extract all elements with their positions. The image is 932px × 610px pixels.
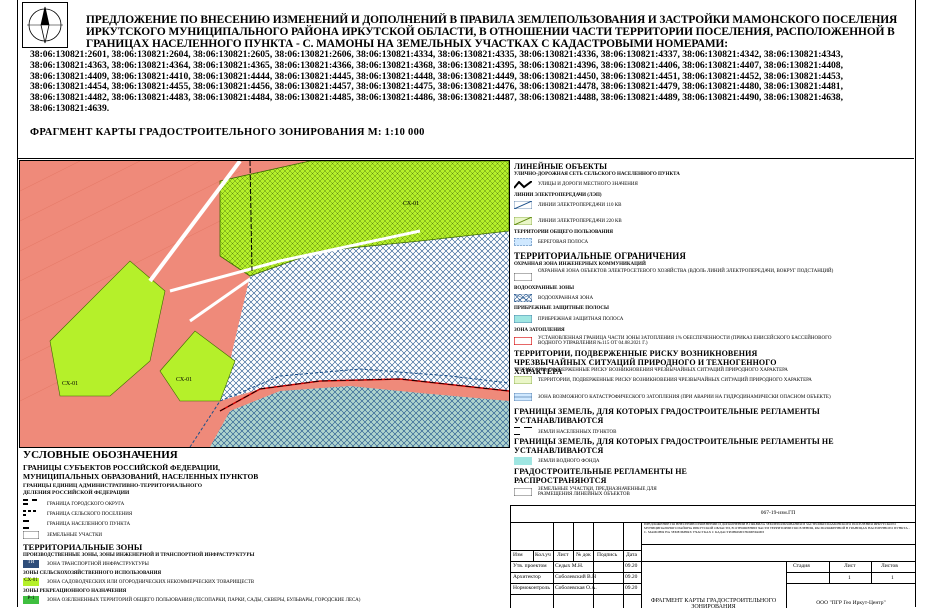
zone-swatch: ТИ [23, 560, 39, 568]
legend-item: ОХРАННАЯ ЗОНА ОБЪЕКТОВ ЭЛЕКТРОСЕТЕВОГО Х… [538, 269, 834, 274]
legend-subheading: ВОДООХРАННЫЕ ЗОНЫ [514, 286, 575, 291]
legend-item: ГРАНИЦА НАСЕЛЕННОГО ПУНКТА [47, 522, 131, 527]
date: 09.20 [625, 585, 638, 591]
legend-item: ЗОНА ВОЗМОЖНОГО КАТАСТРОФИЧЕСКОГО ЗАТОПЛ… [538, 395, 831, 400]
legend-item: ПРИБРЕЖНАЯ ЗАЩИТНАЯ ПОЛОСА [538, 317, 624, 322]
legend-item: БЕРЕГОВАЯ ПОЛОСА [538, 240, 589, 245]
legend-subheading: ПРОИЗВОДСТВЕННЫЕ ЗОНЫ, ЗОНЫ ИНЖЕНЕРНОЙ И… [23, 553, 255, 558]
cadastral-numbers: 38:06:130821:2601, 38:06:130821:2604, 38… [30, 49, 843, 114]
legend-subheading: ЗОНЫ СЕЛЬСКОХОЗЯЙСТВЕННОГО ИСПОЛЬЗОВАНИЯ [23, 571, 162, 576]
legend-item: ГРАНИЦА ГОРОДСКОГО ОКРУГА [47, 502, 125, 507]
legend-subheading: ОХРАННАЯ ЗОНА ИНЖЕНЕРНЫХ КОММУНИКАЦИЙ [514, 262, 646, 267]
legend-item: ЗЕМЕЛЬНЫЕ УЧАСТКИ, ПРЕДНАЗНАЧЕННЫЕ ДЛЯ Р… [538, 487, 657, 497]
doc-code: 067-19-изм.ГП [760, 510, 796, 516]
legend-item: УЛИЦЫ И ДОРОГИ МЕСТНОГО ЗНАЧЕНИЯ [538, 182, 638, 187]
legend-subheading: ЛИНИИ ЭЛЕКТРОПЕРЕДАЧИ (ЛЭП) [514, 193, 602, 198]
legend-left: УСЛОВНЫЕ ОБОЗНАЧЕНИЯ ГРАНИЦЫ СУБЪЕКТОВ Р… [19, 447, 508, 607]
legend-item: ТЕРРИТОРИИ, ПОДВЕРЖЕННЫЕ РИСКУ ВОЗНИКНОВ… [538, 378, 812, 383]
sheets-header: Листов [881, 563, 898, 569]
col-header: Кол.уч [535, 552, 551, 558]
doc-description: ПРЕДЛОЖЕНИЕ ПО ВНЕСЕНИЮ ИЗМЕНЕНИЙ И ДОПО… [644, 522, 910, 534]
legend-item: ЗОНА САДОВОДЧЕСКИХ ИЛИ ОГОРОДНИЧЕСКИХ НЕ… [47, 580, 255, 585]
role: Архитектор [513, 574, 541, 580]
person: Соболевская О.А. [555, 585, 597, 591]
legend-item: ЛИНИИ ЭЛЕКТРОПЕРЕДАЧИ 220 КВ [538, 219, 622, 224]
role: Нормоконтроль [513, 585, 550, 591]
legend-subheading: ПРИБРЕЖНЫЕ ЗАЩИТНЫЕ ПОЛОСЫ [514, 306, 609, 311]
divider [17, 158, 914, 159]
legend-heading: ГРАДОСТРОИТЕЛЬНЫЕ РЕГЛАМЕНТЫ НЕ РАСПРОСТ… [514, 467, 687, 485]
date: 09.20 [625, 574, 638, 580]
col-header: Подпись [597, 552, 618, 558]
legend-item: ЗЕМЛИ НАСЕЛЕННЫХ ПУНКТОВ [538, 430, 617, 435]
legend-item: ЗОНА ОЗЕЛЕНЕННЫХ ТЕРРИТОРИЙ ОБЩЕГО ПОЛЬЗ… [47, 598, 361, 603]
col-header: Изм [513, 552, 523, 558]
legend-item: ВОДООХРАННАЯ ЗОНА [538, 296, 594, 301]
document-title: ПРЕДЛОЖЕНИЕ ПО ВНЕСЕНИЮ ИЗМЕНЕНИЙ И ДОПО… [86, 14, 898, 51]
legend-heading: ГРАНИЦЫ ЗЕМЕЛЬ, ДЛЯ КОТОРЫХ ГРАДОСТРОИТЕ… [514, 407, 820, 425]
col-header: № док [576, 552, 591, 558]
organization: ООО "ПГР Гео Иркут-Центр" [816, 600, 886, 606]
sheet-header: Лист [844, 563, 856, 569]
col-header: Дата [626, 552, 637, 558]
role: Утв. проектом [513, 563, 547, 569]
zone-label: СХ-01 [62, 381, 79, 387]
date: 09.20 [625, 563, 638, 569]
zone-swatch: Р-1 [23, 596, 39, 604]
col-header: Лист [557, 552, 569, 558]
legend-heading: ТЕРРИТОРИАЛЬНЫЕ ОГРАНИЧЕНИЯ [514, 251, 687, 261]
legend-item: УСТАНОВЛЕННАЯ ГРАНИЦА ЧАСТИ ЗОНЫ ЗАТОПЛЕ… [538, 336, 832, 346]
legend-item: ЗЕМЕЛЬНЫЕ УЧАСТКИ [47, 533, 103, 538]
legend-right: ЛИНЕЙНЫЕ ОБЪЕКТЫ УЛИЧНО-ДОРОЖНАЯ СЕТЬ СЕ… [510, 160, 910, 505]
person: Седых М.Н. [555, 563, 584, 569]
title-block: 067-19-изм.ГП ПРЕДЛОЖЕНИЕ ПО ВНЕСЕНИЮ ИЗ… [510, 505, 915, 610]
legend-item: ЗЕМЛИ ВОДНОГО ФОНДА [538, 459, 600, 464]
legend-subheading: ГРАНИЦЫ ЕДИНИЦ АДМИНИСТРАТИВНО-ТЕРРИТОРИ… [23, 483, 202, 496]
compass-icon [22, 2, 68, 48]
legend-subheading: ЗОНЫ РЕКРЕАЦИОННОГО НАЗНАЧЕНИЯ [23, 589, 127, 594]
zone-label: СХ-01 [403, 201, 420, 207]
zone-label: СХ-01 [176, 377, 193, 383]
sheets-count: 1 [891, 575, 894, 581]
sheet-number: 1 [848, 575, 851, 581]
legend-item: ЛИНИИ ЭЛЕКТРОПЕРЕДАЧИ 110 КВ [538, 203, 622, 208]
legend-subheading: ЗОНА ЗАТОПЛЕНИЯ [514, 328, 565, 333]
stage-header: Стадия [793, 563, 810, 569]
map-fragment-title: ФРАГМЕНТ КАРТЫ ГРАДОСТРОИТЕЛЬНОГО ЗОНИРО… [30, 127, 425, 138]
legend-subheading: УЛИЧНО-ДОРОЖНАЯ СЕТЬ СЕЛЬСКОГО НАСЕЛЕННО… [514, 172, 680, 177]
legend-heading: ГРАНИЦЫ ЗЕМЕЛЬ, ДЛЯ КОТОРЫХ ГРАДОСТРОИТЕ… [514, 437, 834, 455]
legend-item: ЗОНА ТРАНСПОРТНОЙ ИНФРАСТРУКТУРЫ [47, 562, 149, 567]
legend-item: ГРАНИЦА СЕЛЬСКОГО ПОСЕЛЕНИЯ [47, 512, 133, 517]
legend-heading: ЛИНЕЙНЫЕ ОБЪЕКТЫ [514, 162, 608, 171]
sheet-title: ФРАГМЕНТ КАРТЫ ГРАДОСТРОИТЕЛЬНОГО ЗОНИРО… [650, 598, 777, 610]
person: Соболевский В.Н [555, 574, 597, 580]
zone-swatch: СХ-01 [23, 578, 39, 586]
legend-subheading: ТЕРРИТОРИИ, ПОДВЕРЖЕННЫЕ РИСКУ ВОЗНИКНОВ… [514, 368, 788, 373]
zoning-map[interactable]: СХ-01 СХ-01 СХ-01 [19, 160, 510, 448]
legend-heading: ГРАНИЦЫ СУБЪЕКТОВ РОССИЙСКОЙ ФЕДЕРАЦИИ, … [23, 463, 259, 481]
legend-title: УСЛОВНЫЕ ОБОЗНАЧЕНИЯ [23, 449, 178, 461]
legend-heading: ТЕРРИТОРИАЛЬНЫЕ ЗОНЫ [23, 542, 143, 552]
legend-subheading: ТЕРРИТОРИИ ОБЩЕГО ПОЛЬЗОВАНИЯ [514, 230, 614, 235]
